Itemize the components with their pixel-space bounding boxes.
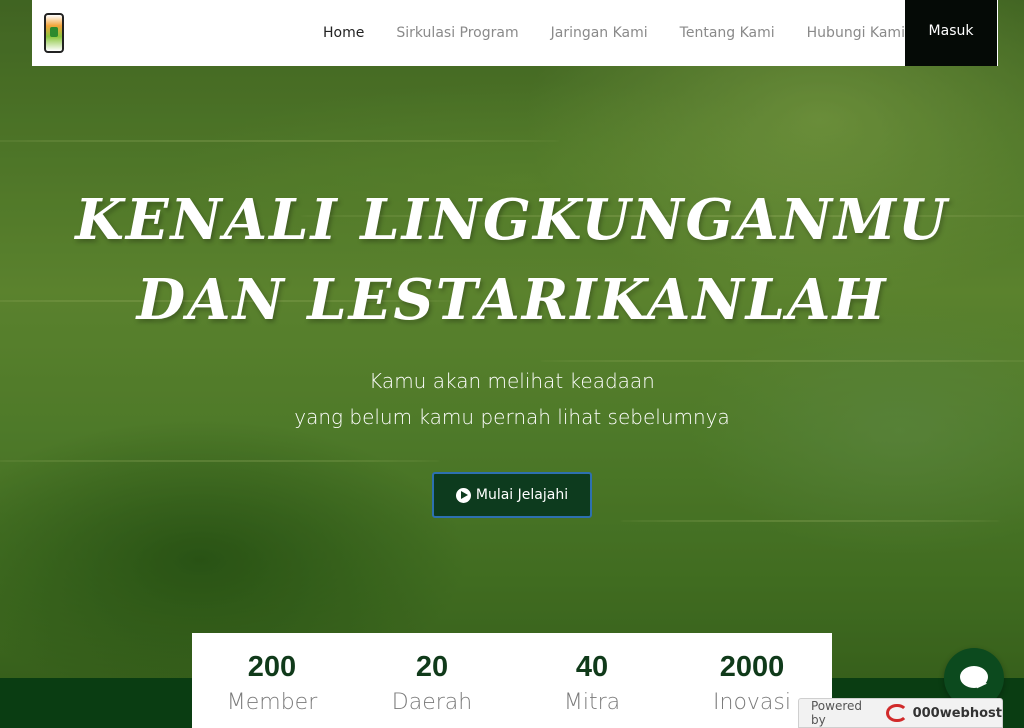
nav-link-jaringan-kami[interactable]: Jaringan Kami [551,25,648,41]
headline-line-1: KENALI LINGKUNGANMU [75,187,949,253]
nav-link-tentang-kami[interactable]: Tentang Kami [680,25,775,41]
stat-value: 200 [247,651,297,683]
hero-headline: KENALI LINGKUNGANMU DAN LESTARIKANLAH [0,180,1024,340]
app-logo-icon[interactable] [44,13,64,53]
nav-link-home[interactable]: Home [323,25,364,41]
stat-daerah: 20 Daerah [352,633,512,728]
headline-line-2: DAN LESTARIKANLAH [136,267,888,333]
stat-label: Member [226,690,318,715]
nav-menu: Home Sirkulasi Program Jaringan Kami Ten… [323,0,937,66]
stat-label: Mitra [563,690,621,715]
stat-label: Daerah [391,690,473,715]
subtitle-line-2: yang belum kamu pernah lihat sebelumnya [294,405,730,429]
webhost-logo-icon [886,704,908,722]
stat-value: 20 [415,651,449,683]
stat-value: 2000 [719,651,785,683]
stat-member: 200 Member [192,633,352,728]
hero-subtitle: Kamu akan melihat keadaan yang belum kam… [0,363,1024,435]
start-explore-label: Mulai Jelajahi [475,487,569,503]
nav-link-hubungi-kami[interactable]: Hubungi Kami [807,25,905,41]
powered-by-badge[interactable]: Powered by 000webhost [798,698,1003,728]
stats-panel: 200 Member 20 Daerah 40 Mitra 2000 Inova… [192,633,832,728]
navbar: Home Sirkulasi Program Jaringan Kami Ten… [32,0,998,66]
stat-mitra: 40 Mitra [512,633,672,728]
login-button[interactable]: Masuk [905,0,997,66]
start-explore-button[interactable]: Mulai Jelajahi [432,472,592,518]
stat-value: 40 [575,651,609,683]
powered-by-brand: 000webhost [912,705,1002,721]
powered-by-label: Powered by [811,699,863,727]
subtitle-line-1: Kamu akan melihat keadaan [369,369,655,393]
play-circle-icon [455,487,471,503]
nav-link-sirkulasi-program[interactable]: Sirkulasi Program [396,25,518,41]
